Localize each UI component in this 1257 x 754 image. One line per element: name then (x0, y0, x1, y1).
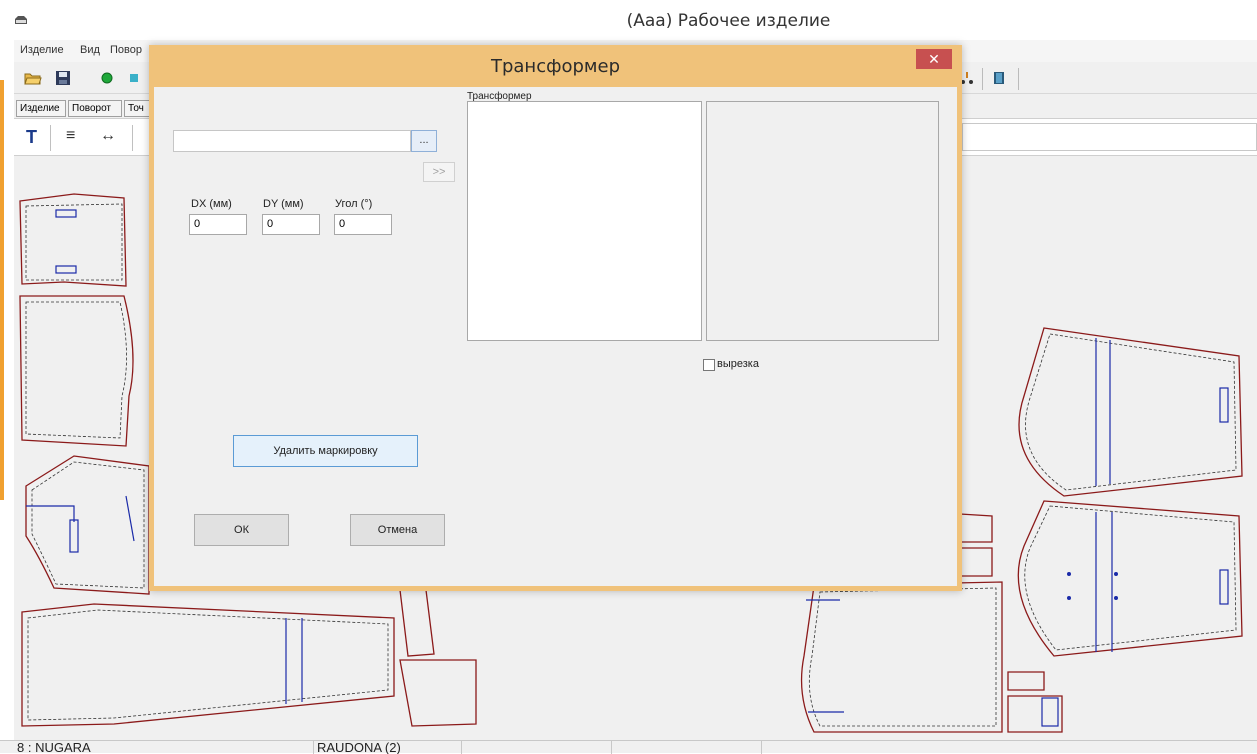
notch-box (1041, 697, 1059, 727)
transformer-list[interactable] (467, 101, 702, 341)
statusbar: 8 : NUGARA RAUDONA (2) (0, 740, 1257, 754)
pattern-piece (959, 547, 993, 577)
dialog-title: Трансформер (490, 56, 621, 77)
close-icon[interactable]: ✕ (916, 49, 952, 69)
arrows-icon[interactable]: ↔ (100, 127, 116, 145)
status-cell-color: RAUDONA (2) (314, 741, 462, 754)
grainline (26, 505, 75, 522)
pattern-piece (1018, 327, 1243, 497)
dy-label: DY (мм) (263, 198, 304, 210)
angle-input[interactable]: 0 (334, 214, 392, 235)
toolbar-separator (132, 125, 133, 151)
notch-box (1219, 387, 1229, 423)
window-title: (Aaa) Рабочее изделие (626, 11, 831, 31)
browse-button[interactable]: ... (411, 130, 437, 152)
main-titlebar: (Aaa) Рабочее изделие (0, 0, 1257, 40)
pattern-piece (399, 659, 477, 727)
dialog-titlebar[interactable]: Трансформер ✕ (149, 45, 962, 87)
dx-label: DX (мм) (191, 198, 232, 210)
drill-mark (1114, 572, 1118, 576)
delete-marking-button[interactable]: Удалить маркировку (233, 435, 418, 467)
drill-mark (1067, 596, 1071, 600)
file-path-input[interactable] (173, 130, 411, 152)
pattern-piece (19, 193, 127, 287)
toolbar-separator (1018, 68, 1019, 90)
save-icon[interactable] (54, 69, 72, 87)
forward-button[interactable]: >> (423, 162, 455, 182)
notch-box (55, 209, 77, 218)
cancel-button[interactable]: Отмена (350, 514, 445, 546)
status-cell-3 (462, 741, 612, 754)
app-window: (Aaa) Рабочее изделие Изделие Вид Повор (0, 0, 1257, 754)
status-cell-piece: 8 : NUGARA (14, 741, 314, 754)
text-tool-icon[interactable]: T (26, 127, 37, 148)
shape-icon[interactable] (126, 69, 144, 87)
side-indicator (0, 80, 4, 500)
toolbar-field[interactable] (962, 123, 1257, 151)
menu-item-vid[interactable]: Вид (80, 44, 100, 56)
pattern-piece (959, 513, 993, 543)
pattern-piece (800, 581, 1003, 733)
dialog-body: ... >> DX (мм) DY (мм) Угол (°) 0 0 0 Тр… (154, 87, 957, 586)
drill-mark (1114, 596, 1118, 600)
transformer-preview (706, 101, 939, 341)
tab-izdelie[interactable]: Изделие (16, 100, 66, 117)
notch-box (55, 265, 77, 274)
cutout-checkbox[interactable] (703, 359, 715, 371)
ok-button[interactable]: ОК (194, 514, 289, 546)
transformer-dialog: Трансформер ✕ ... >> DX (мм) DY (мм) Уго… (149, 45, 962, 591)
cutout-checkbox-label[interactable]: вырезка (717, 358, 759, 370)
menu-item-povorot[interactable]: Повор (110, 44, 142, 56)
open-folder-icon[interactable] (24, 69, 42, 87)
dy-input[interactable]: 0 (262, 214, 320, 235)
tab-povorot[interactable]: Поворот (68, 100, 122, 117)
status-cell-4 (612, 741, 762, 754)
menu-item-izdelie[interactable]: Изделие (20, 44, 64, 56)
drill-mark (1067, 572, 1071, 576)
align-icon[interactable]: ≡ (66, 127, 75, 145)
toolbar-separator (50, 125, 51, 151)
angle-label: Угол (°) (335, 198, 373, 210)
dx-input[interactable]: 0 (189, 214, 247, 235)
pattern-piece (21, 603, 395, 727)
pattern-piece (19, 295, 134, 447)
grainline (125, 495, 135, 542)
green-circle-icon[interactable] (98, 69, 116, 87)
pattern-piece (1007, 671, 1045, 691)
book-icon[interactable] (990, 69, 1008, 87)
left-gutter (0, 40, 14, 740)
toolbar-separator (982, 68, 983, 90)
notch-box (69, 519, 79, 553)
notch-box (1219, 569, 1229, 605)
pattern-piece (399, 589, 435, 657)
